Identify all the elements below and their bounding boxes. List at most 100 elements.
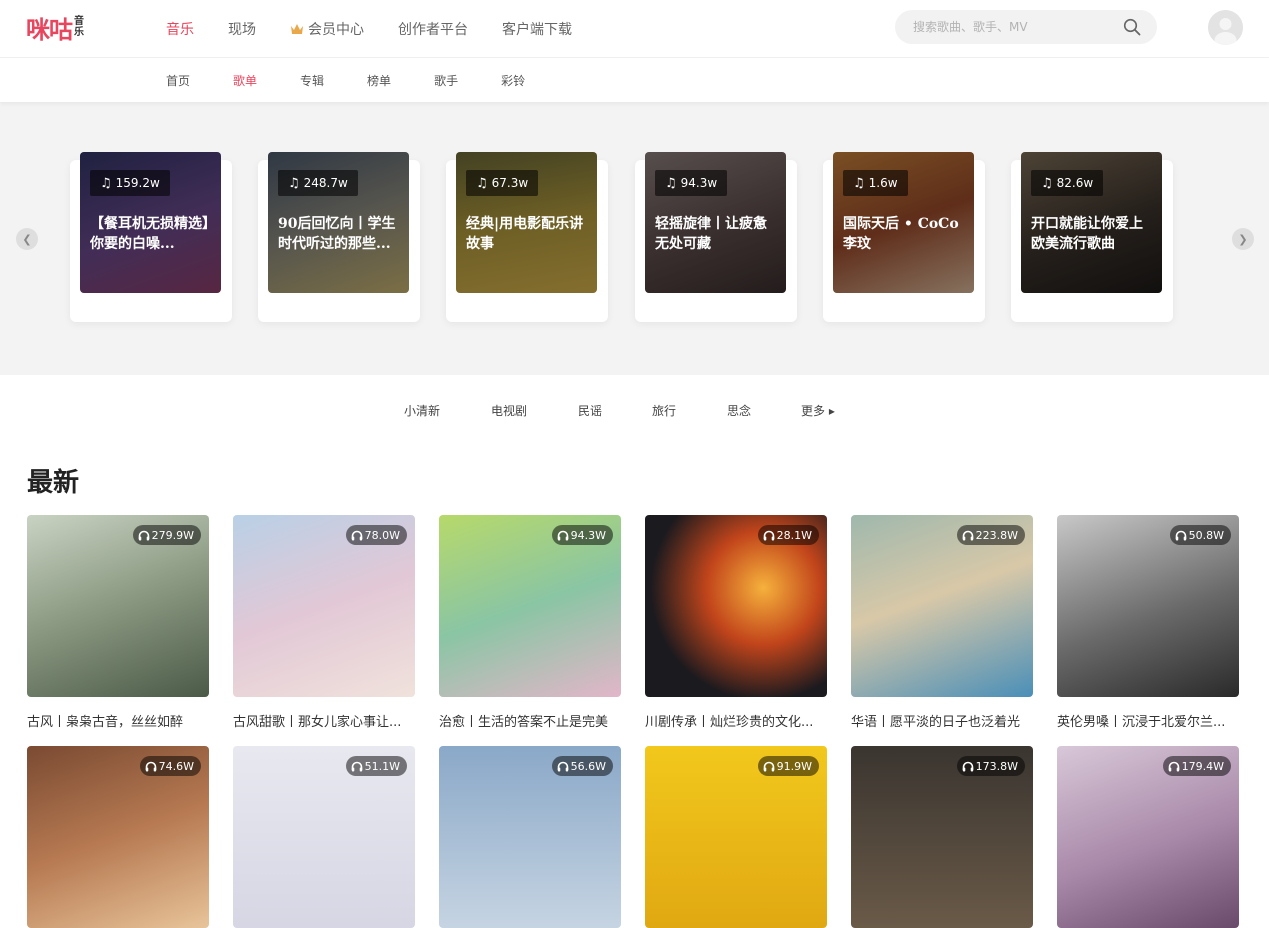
tag-missing[interactable]: 思念 [727,402,751,419]
headphones-icon [557,761,568,771]
carousel-title: 开口就能让你爱上欧美流行歌曲 [1031,216,1143,252]
carousel-cover-image: ♫ 248.7w 90后回忆向丨学生时代听过的那些... [268,152,409,293]
headphones-icon [962,530,973,540]
play-count: 74.6W [139,756,201,776]
carousel-title: 国际天后 • CoCo李玟 [843,216,959,252]
playlist-cover-image: 223.8W [851,515,1033,697]
play-count: 91.9W [757,756,819,776]
tag-tv-series[interactable]: 电视剧 [491,402,527,419]
headphones-icon [1168,761,1179,771]
subnav-singers[interactable]: 歌手 [434,72,458,89]
tag-xiaoqingxin[interactable]: 小清新 [404,402,440,419]
play-count-value: 94.3W [570,528,606,542]
playlist-cover-image: 51.1W [233,746,415,928]
carousel-cover-image: ♫ 94.3w 轻摇旋律丨让疲惫无处可藏 [645,152,786,293]
play-count-value: 179.4W [1181,759,1224,773]
playlist-card[interactable]: 91.9W [645,746,827,928]
carousel-cover-image: ♫ 1.6w 国际天后 • CoCo李玟 [833,152,974,293]
playlist-carousel: ❮ ❯ ♫ 159.2w 【餐耳机无损精选】你要的白噪... ♫ 248.7w 90… [0,102,1269,375]
play-count: 78.0W [345,525,407,545]
music-note-icon: ♫ [853,175,865,191]
user-avatar[interactable] [1208,10,1243,45]
play-count-value: 74.6W [158,759,194,773]
playlist-card[interactable]: 94.3W 治愈丨生活的答案不止是完美 [439,515,621,730]
playlist-name[interactable]: 华语丨愿平淡的日子也泛着光 [851,711,1033,730]
play-count-value: 28.1W [776,528,812,542]
nav-music[interactable]: 音乐 [166,19,194,39]
nav-vip-center[interactable]: 会员中心 [290,19,364,39]
subnav-home[interactable]: 首页 [166,72,190,89]
migu-logo[interactable]: 咪咕 音乐 [26,12,86,44]
search-icon[interactable] [1123,18,1141,36]
carousel-card[interactable]: ♫ 67.3w 经典|用电影配乐讲故事 [446,152,608,322]
play-count: ♫ 159.2w [90,170,170,196]
playlist-cover-image: 74.6W [27,746,209,928]
subnav-albums[interactable]: 专辑 [300,72,324,89]
carousel-cover-image: ♫ 82.6w 开口就能让你爱上欧美流行歌曲 [1021,152,1162,293]
tag-travel[interactable]: 旅行 [652,402,676,419]
headphones-icon [138,530,149,540]
playlist-name[interactable]: 古风甜歌丨那女儿家心事让... [233,711,415,730]
playlist-card[interactable]: 50.8W 英伦男嗓丨沉浸于北爱尔兰... [1057,515,1239,730]
playlist-card[interactable]: 179.4W [1057,746,1239,928]
tag-folk[interactable]: 民谣 [578,402,602,419]
headphones-icon [351,761,362,771]
logo-sub-text: 音乐 [74,16,84,38]
playlist-name[interactable]: 治愈丨生活的答案不止是完美 [439,711,621,730]
chevron-left-icon: ❮ [22,232,32,246]
play-count: ♫ 248.7w [278,170,358,196]
play-count: 94.3W [551,525,613,545]
playlist-card[interactable]: 51.1W [233,746,415,928]
playlist-cover-image: 28.1W [645,515,827,697]
carousel-card[interactable]: ♫ 94.3w 轻摇旋律丨让疲惫无处可藏 [635,152,797,322]
search-input[interactable] [913,10,1113,44]
headphones-icon [351,530,362,540]
playlist-cover-image: 50.8W [1057,515,1239,697]
play-count-value: 159.2w [115,176,160,190]
playlist-cover-image: 91.9W [645,746,827,928]
play-count: 56.6W [551,756,613,776]
sub-nav: 首页 歌单 专辑 榜单 歌手 彩铃 [0,58,1269,102]
nav-creator-platform[interactable]: 创作者平台 [398,19,468,39]
playlist-card[interactable]: 78.0W 古风甜歌丨那女儿家心事让... [233,515,415,730]
playlist-name[interactable]: 古风丨枭枭古音，丝丝如醉 [27,711,209,730]
main-nav: 音乐 现场 会员中心 创作者平台 客户端下载 [166,0,606,58]
nav-creator-label: 创作者平台 [398,22,468,38]
playlist-card[interactable]: 74.6W [27,746,209,928]
carousel-title: 经典|用电影配乐讲故事 [466,216,584,252]
play-count-value: 279.9W [151,528,194,542]
tag-bar: 小清新 电视剧 民谣 旅行 思念 更多 ▸ [0,398,1269,422]
carousel-card[interactable]: ♫ 248.7w 90后回忆向丨学生时代听过的那些... [258,152,420,322]
playlist-card[interactable]: 56.6W [439,746,621,928]
headphones-icon [962,761,973,771]
play-count-value: 173.8W [975,759,1018,773]
play-count-value: 94.3w [680,176,718,190]
top-header: 咪咕 音乐 音乐 现场 会员中心 创作者平台 客户端下载 [0,0,1269,58]
subnav-playlists[interactable]: 歌单 [233,72,257,89]
music-note-icon: ♫ [1041,175,1053,191]
music-note-icon: ♫ [476,175,488,191]
playlist-card[interactable]: 223.8W 华语丨愿平淡的日子也泛着光 [851,515,1033,730]
playlist-card[interactable]: 28.1W 川剧传承丨灿烂珍贵的文化... [645,515,827,730]
carousel-prev-button[interactable]: ❮ [16,228,38,250]
carousel-next-button[interactable]: ❯ [1232,228,1254,250]
headphones-icon [1175,530,1186,540]
playlist-cover-image: 56.6W [439,746,621,928]
nav-client-download[interactable]: 客户端下载 [502,19,572,39]
logo-text: 咪咕 [26,16,73,44]
subnav-ringtones[interactable]: 彩铃 [501,72,525,89]
playlist-cover-image: 279.9W [27,515,209,697]
carousel-cover-image: ♫ 159.2w 【餐耳机无损精选】你要的白噪... [80,152,221,293]
playlist-name[interactable]: 川剧传承丨灿烂珍贵的文化... [645,711,827,730]
carousel-card[interactable]: ♫ 82.6w 开口就能让你爱上欧美流行歌曲 [1011,152,1173,322]
playlist-name[interactable]: 英伦男嗓丨沉浸于北爱尔兰... [1057,711,1239,730]
tag-more[interactable]: 更多 ▸ [801,402,835,419]
play-count-value: 67.3w [491,176,529,190]
playlist-card[interactable]: 173.8W [851,746,1033,928]
subnav-charts[interactable]: 榜单 [367,72,391,89]
playlist-card[interactable]: 279.9W 古风丨枭枭古音，丝丝如醉 [27,515,209,730]
nav-live[interactable]: 现场 [228,19,256,39]
play-count: 223.8W [956,525,1025,545]
carousel-card[interactable]: ♫ 1.6w 国际天后 • CoCo李玟 [823,152,985,322]
carousel-card[interactable]: ♫ 159.2w 【餐耳机无损精选】你要的白噪... [70,152,232,322]
